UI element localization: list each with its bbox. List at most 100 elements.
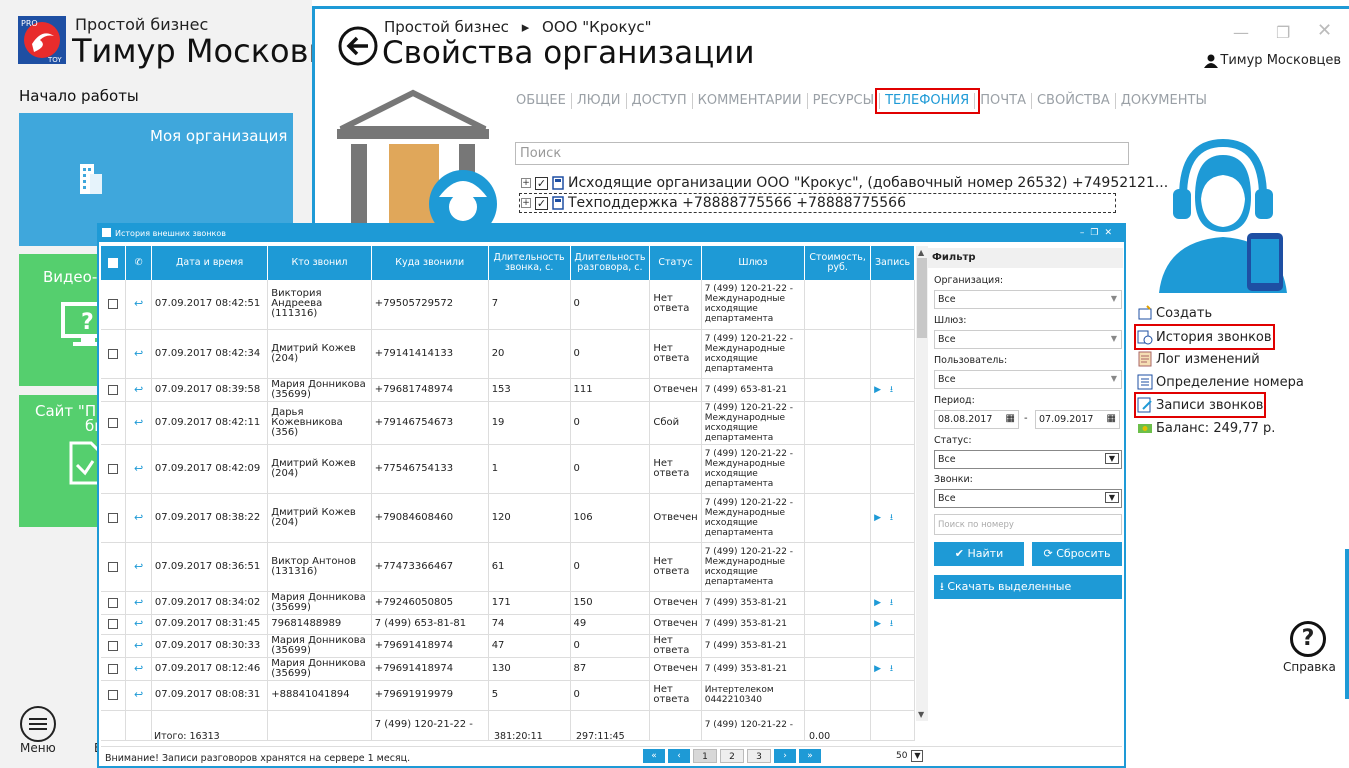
row-checkbox[interactable]: [108, 597, 119, 608]
row-checkbox[interactable]: [108, 663, 119, 674]
restore-button[interactable]: ❐: [1276, 23, 1290, 42]
current-user[interactable]: Тимур Московцев: [1204, 53, 1341, 68]
tab-access[interactable]: ДОСТУП: [627, 93, 693, 109]
play-icon[interactable]: ▶: [874, 619, 881, 629]
select-all-header[interactable]: [101, 246, 127, 280]
table-row[interactable]: ↩ 07.09.2017 08:39:58 Мария Донникова (356…: [101, 378, 915, 402]
table-row[interactable]: ↩ 07.09.2017 08:42:09 Дмитрий Кожев (204) +…: [101, 444, 915, 494]
play-icon[interactable]: ▶: [874, 664, 881, 674]
create-action[interactable]: Создать: [1137, 303, 1212, 323]
date-to-input[interactable]: 07.09.2017 ▦: [1035, 410, 1120, 429]
row-checkbox[interactable]: [108, 640, 119, 651]
page-1[interactable]: 1: [693, 749, 717, 763]
download-icon[interactable]: ⭳: [887, 513, 893, 523]
col-status[interactable]: Статус: [649, 246, 702, 280]
select-all-checkbox[interactable]: [108, 258, 119, 268]
number-search-input[interactable]: Поиск по номеру: [934, 514, 1122, 535]
col-datetime[interactable]: Дата и время: [151, 246, 269, 280]
row-checkbox[interactable]: [108, 690, 119, 700]
call-records-action[interactable]: Записи звонков: [1133, 392, 1267, 418]
gateway-select[interactable]: Все ▼: [934, 330, 1122, 349]
expand-icon[interactable]: +: [521, 198, 531, 208]
tab-people[interactable]: ЛЮДИ: [572, 93, 627, 109]
col-gateway[interactable]: Шлюз: [701, 246, 806, 280]
checkbox-checked-icon[interactable]: ✓: [535, 196, 548, 210]
col-cost[interactable]: Стоимость, руб.: [804, 246, 872, 280]
first-page-button[interactable]: «: [643, 749, 665, 763]
play-icon[interactable]: ▶: [874, 598, 881, 608]
col-caller[interactable]: Кто звонил: [267, 246, 372, 280]
row-checkbox[interactable]: [108, 463, 119, 474]
call-history-action[interactable]: История звонков: [1134, 324, 1275, 350]
talk-cell: 0: [570, 634, 651, 658]
date-from-input[interactable]: 08.08.2017 ▦: [934, 410, 1019, 429]
table-row[interactable]: ↩ 07.09.2017 08:42:34 Дмитрий Кожев (204) +…: [101, 329, 915, 379]
col-record[interactable]: Запись: [870, 246, 915, 280]
row-checkbox[interactable]: [108, 619, 119, 629]
find-button[interactable]: ✔ Найти: [934, 542, 1024, 566]
caller-id-action[interactable]: Определение номера: [1137, 372, 1304, 392]
table-row[interactable]: ↩ 07.09.2017 08:08:31 +88841041894 +7969191…: [101, 680, 915, 711]
page-3[interactable]: 3: [747, 749, 771, 763]
dur-cell: 171: [488, 591, 571, 615]
status-select[interactable]: Все ▼: [934, 450, 1122, 469]
table-row[interactable]: ↩ 07.09.2017 08:36:51 Виктор Антонов (1313…: [101, 542, 915, 592]
tab-mail[interactable]: ПОЧТА: [975, 93, 1032, 109]
play-icon[interactable]: ▶: [874, 385, 881, 395]
reset-button[interactable]: ⟳ Сбросить: [1032, 542, 1122, 566]
table-row[interactable]: ↩ 07.09.2017 08:31:45 79681488989 7 (499) 6…: [101, 614, 915, 635]
table-row[interactable]: ↩ 07.09.2017 08:12:46 Мария Донникова (356…: [101, 657, 915, 681]
play-icon[interactable]: ▶: [874, 513, 881, 523]
row-checkbox[interactable]: [108, 299, 119, 310]
col-call-duration[interactable]: Длительность звонка, с.: [488, 246, 571, 280]
calendar-icon[interactable]: ▦: [1006, 413, 1015, 424]
tab-properties[interactable]: СВОЙСТВА: [1032, 93, 1116, 109]
last-page-button[interactable]: »: [799, 749, 821, 763]
row-checkbox[interactable]: [108, 512, 119, 523]
next-page-button[interactable]: ›: [774, 749, 796, 763]
change-log-action[interactable]: Лог изменений: [1137, 349, 1260, 369]
checkbox-checked-icon[interactable]: ✓: [535, 176, 548, 190]
org-select[interactable]: Все ▼: [934, 290, 1122, 309]
prev-page-button[interactable]: ‹: [668, 749, 690, 763]
tab-telephony[interactable]: ТЕЛЕФОНИЯ: [875, 88, 981, 114]
download-icon[interactable]: ⭳: [887, 598, 893, 608]
breadcrumb-root[interactable]: Простой бизнес: [384, 18, 509, 36]
close-button[interactable]: ✕: [1317, 20, 1332, 41]
page-2[interactable]: 2: [720, 749, 744, 763]
minimize-button[interactable]: —: [1233, 23, 1249, 42]
expand-icon[interactable]: +: [521, 178, 531, 188]
tab-resources[interactable]: РЕСУРСЫ: [808, 93, 881, 109]
menu-button[interactable]: [20, 706, 56, 742]
search-input[interactable]: Поиск: [515, 142, 1129, 165]
table-row[interactable]: ↩ 07.09.2017 08:42:51 Виктория Андреева (1…: [101, 280, 915, 330]
scrollbar[interactable]: ▲ ▼: [916, 246, 928, 721]
window-controls[interactable]: –❐✕: [1080, 225, 1118, 242]
tree-item[interactable]: + ✓ Техподдержка +78888775566 +788887755…: [519, 193, 1116, 213]
download-selected-button[interactable]: ⭳ Скачать выделенные: [934, 575, 1122, 599]
help-button[interactable]: ? Справка: [1283, 621, 1336, 674]
calendar-icon[interactable]: ▦: [1107, 413, 1116, 424]
row-checkbox[interactable]: [108, 384, 119, 395]
table-row[interactable]: ↩ 07.09.2017 08:38:22 Дмитрий Кожев (204) +…: [101, 493, 915, 543]
download-icon[interactable]: ⭳: [887, 664, 893, 674]
tab-general[interactable]: ОБЩЕЕ: [511, 93, 572, 109]
col-callee[interactable]: Куда звонили: [371, 246, 489, 280]
breadcrumb: Простой бизнес ▸ ООО "Крокус": [384, 18, 660, 36]
table-row[interactable]: ↩ 07.09.2017 08:42:11 Дарья Кожевникова (3…: [101, 401, 915, 445]
user-select[interactable]: Все ▼: [934, 370, 1122, 389]
row-checkbox[interactable]: [108, 348, 119, 359]
calls-select[interactable]: Все ▼: [934, 489, 1122, 508]
tab-comments[interactable]: КОММЕНТАРИИ: [693, 93, 808, 109]
download-icon[interactable]: ⭳: [887, 385, 893, 395]
col-talk-duration[interactable]: Длительность разговора, с.: [570, 246, 651, 280]
per-page-select[interactable]: 50 ▼: [896, 750, 924, 762]
row-checkbox[interactable]: [108, 561, 119, 572]
download-icon[interactable]: ⭳: [887, 619, 893, 629]
tab-documents[interactable]: ДОКУМЕНТЫ: [1116, 93, 1212, 109]
table-row[interactable]: ↩ 07.09.2017 08:30:33 Мария Донникова (356…: [101, 634, 915, 658]
tree-item[interactable]: + ✓ Исходящие организации ООО "Крокус", …: [521, 175, 1168, 191]
row-checkbox[interactable]: [108, 417, 119, 428]
table-row[interactable]: ↩ 07.09.2017 08:34:02 Мария Донникова (356…: [101, 591, 915, 615]
back-arrow-icon[interactable]: [338, 26, 378, 66]
